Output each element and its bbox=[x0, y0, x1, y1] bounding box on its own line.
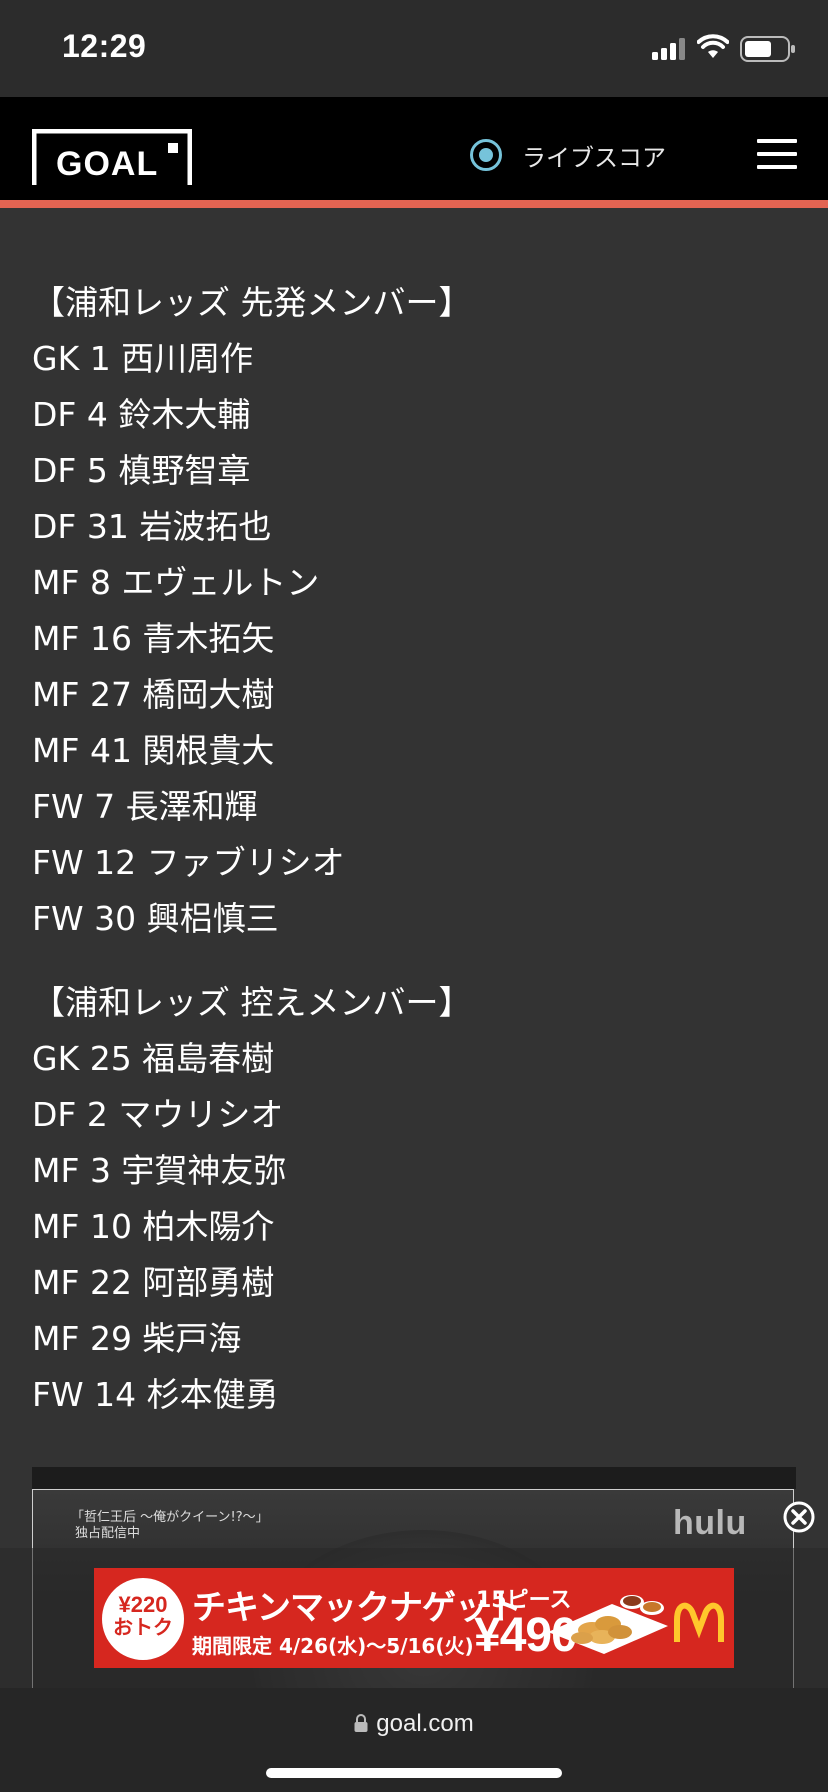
address-bar[interactable]: goal.com bbox=[0, 1710, 828, 1738]
player-line: DF 31 岩波拓也 bbox=[32, 507, 272, 546]
header-accent-bar bbox=[0, 200, 828, 208]
article-body: 【浦和レッズ 先発メンバー】 GK 1 西川周作 DF 4 鈴木大輔 DF 5 … bbox=[32, 275, 792, 1423]
status-bar: 12:29 bbox=[0, 0, 828, 97]
hamburger-menu-icon[interactable] bbox=[757, 139, 797, 169]
status-time: 12:29 bbox=[62, 28, 147, 64]
live-score-link[interactable]: ライブスコア bbox=[470, 135, 666, 175]
battery-icon bbox=[740, 36, 795, 62]
player-line: FW 12 ファブリシオ bbox=[32, 843, 345, 882]
player-line: GK 1 西川周作 bbox=[32, 339, 254, 378]
player-line: MF 3 宇賀神友弥 bbox=[32, 1151, 287, 1190]
player-line: MF 27 橋岡大樹 bbox=[32, 675, 275, 714]
video-ad-caption-line1: 「哲仁王后 〜俺がクイーン!?〜」 bbox=[71, 1510, 269, 1525]
url-text: goal.com bbox=[376, 1710, 474, 1737]
starters-list: GK 1 西川周作 DF 4 鈴木大輔 DF 5 槙野智章 DF 31 岩波拓也… bbox=[32, 331, 792, 947]
player-line: GK 25 福島春樹 bbox=[32, 1039, 275, 1078]
live-score-label: ライブスコア bbox=[522, 143, 666, 172]
mcdonalds-logo-icon bbox=[674, 1602, 724, 1642]
banner-title: チキンマックナゲット bbox=[192, 1588, 522, 1628]
banner-period: 期間限定 4/26(水)〜5/16(火) bbox=[192, 1634, 474, 1658]
player-line: DF 5 槙野智章 bbox=[32, 451, 251, 490]
player-line: FW 14 杉本健勇 bbox=[32, 1375, 279, 1414]
player-line: MF 10 柏木陽介 bbox=[32, 1207, 275, 1246]
player-line: FW 7 長澤和輝 bbox=[32, 787, 258, 826]
wifi-icon bbox=[697, 34, 729, 58]
player-line: MF 16 青木拓矢 bbox=[32, 619, 275, 658]
player-line: DF 4 鈴木大輔 bbox=[32, 395, 251, 434]
player-line: MF 41 関根貴大 bbox=[32, 731, 275, 770]
badge-price: ¥220 bbox=[118, 1592, 168, 1617]
player-line: MF 29 柴戸海 bbox=[32, 1319, 242, 1358]
starters-heading: 【浦和レッズ 先発メンバー】 bbox=[32, 283, 472, 322]
player-line: FW 30 興梠慎三 bbox=[32, 899, 279, 938]
site-header: GOAL ライブスコア bbox=[0, 97, 828, 208]
lock-icon bbox=[354, 1714, 368, 1732]
browser-bottom-bar: goal.com bbox=[0, 1688, 828, 1792]
ad-container-bar bbox=[32, 1467, 796, 1489]
live-indicator-icon bbox=[470, 139, 502, 171]
mcdonalds-banner-ad[interactable]: ¥220 おトク チキンマックナゲット 15ピース 期間限定 4/26(水)〜5… bbox=[94, 1568, 734, 1668]
player-line: DF 2 マウリシオ bbox=[32, 1095, 284, 1134]
player-line: MF 8 エヴェルトン bbox=[32, 563, 320, 602]
subs-list: GK 25 福島春樹 DF 2 マウリシオ MF 3 宇賀神友弥 MF 10 柏… bbox=[32, 1031, 792, 1423]
player-line: MF 22 阿部勇樹 bbox=[32, 1263, 275, 1302]
goal-logo[interactable]: GOAL bbox=[31, 128, 193, 185]
discount-badge: ¥220 おトク bbox=[102, 1578, 184, 1660]
cellular-signal-icon bbox=[652, 38, 685, 60]
video-ad-caption-line2: 独占配信中 bbox=[75, 1526, 141, 1541]
video-ad-caption: 「哲仁王后 〜俺がクイーン!?〜」 独占配信中 bbox=[71, 1510, 269, 1542]
close-ad-icon[interactable] bbox=[783, 1501, 815, 1533]
badge-label: おトク bbox=[113, 1617, 173, 1639]
nuggets-image-icon bbox=[548, 1595, 668, 1654]
subs-heading: 【浦和レッズ 控えメンバー】 bbox=[32, 983, 472, 1022]
logo-text: GOAL bbox=[56, 145, 159, 183]
home-indicator[interactable] bbox=[266, 1768, 562, 1778]
hulu-logo: hulu bbox=[673, 1504, 747, 1542]
